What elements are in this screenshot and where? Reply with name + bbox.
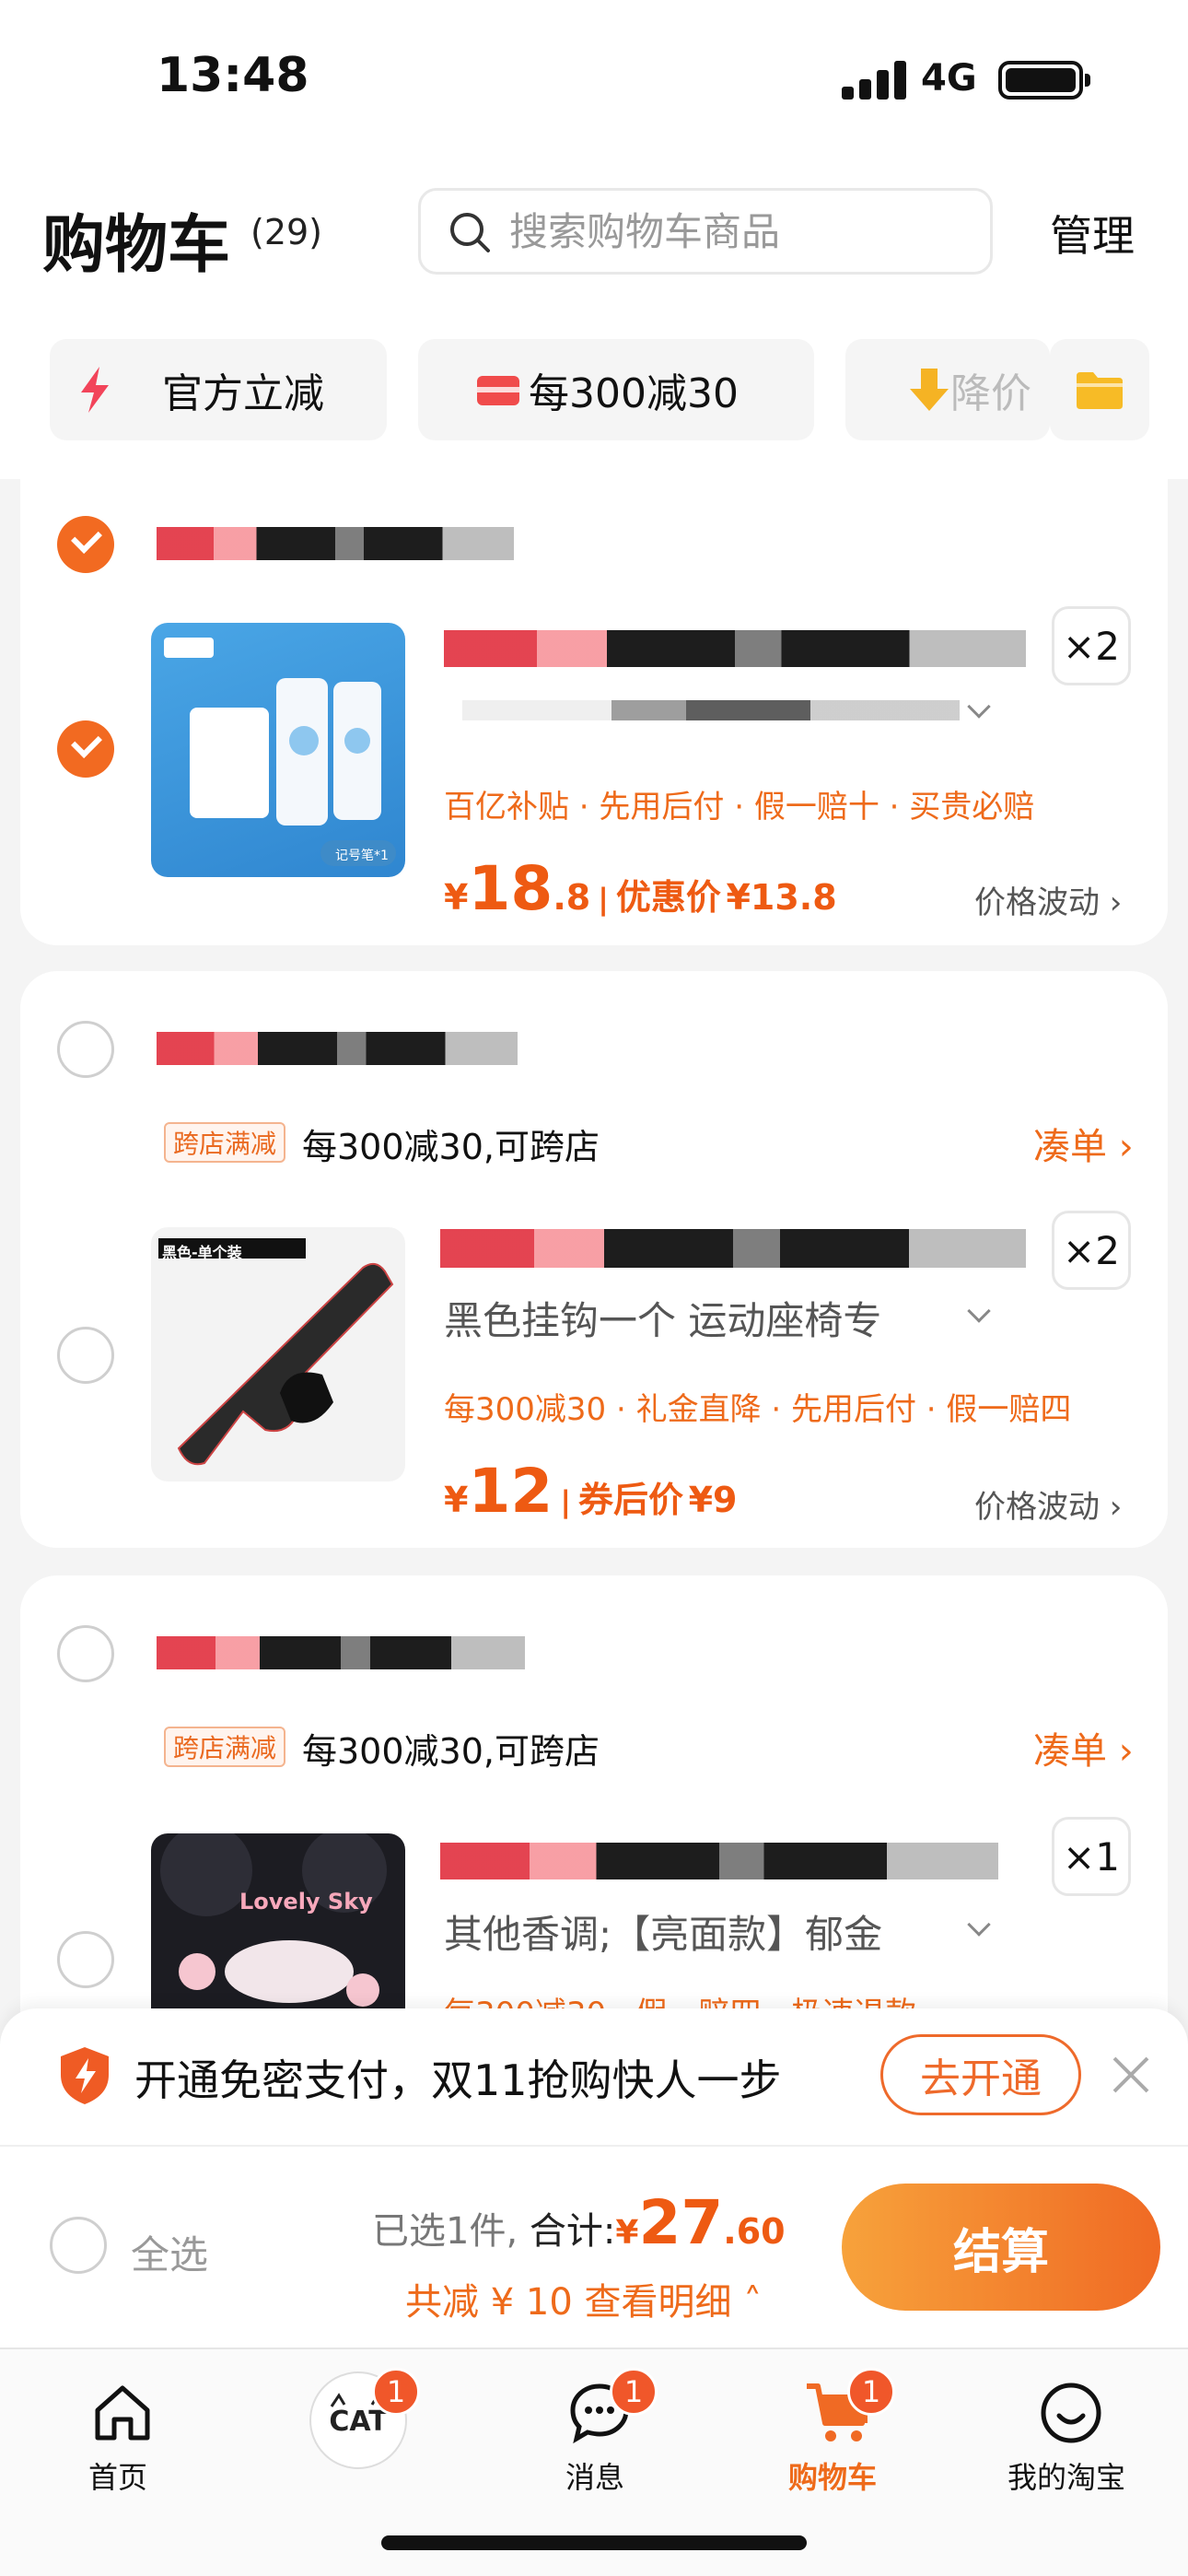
checkout-button[interactable]: 结算	[842, 2184, 1160, 2311]
cart-item-card: 跨店满减 每300减30,可跨店 凑单 › 黑色-单个装 黑色挂钩一个 运动座椅…	[20, 971, 1168, 1548]
shop-name-redacted	[157, 527, 514, 560]
arrow-down-icon	[910, 369, 949, 411]
coupon-icon	[477, 376, 519, 405]
product-image[interactable]: Lovely Sky	[151, 1833, 405, 2018]
tab-tmall[interactable]: CAT 1	[256, 2368, 459, 2506]
chevron-down-icon[interactable]	[967, 1913, 991, 1937]
notification-badge: 1	[610, 2368, 658, 2416]
total-summary: 已选1件, 合计:¥27.60	[372, 2187, 786, 2258]
home-indicator	[381, 2535, 807, 2550]
network-type: 4G	[921, 57, 977, 100]
item-checkbox[interactable]	[57, 1931, 114, 1988]
quantity-selector[interactable]: ×2	[1052, 606, 1131, 685]
search-input[interactable]	[509, 204, 970, 259]
search-icon	[450, 213, 490, 252]
cart-item-card: 记号笔*1 ×2 百亿补贴 · 先用后付 · 假一赔十 · 买贵必赔 ¥18.8…	[20, 461, 1168, 945]
chip-label: 每300减30	[529, 370, 739, 417]
chevron-down-icon[interactable]	[967, 695, 991, 719]
add-on-link[interactable]: 凑单 ›	[1033, 1721, 1134, 1774]
notification-badge: 1	[847, 2368, 895, 2416]
tab-home[interactable]: 首页	[17, 2368, 219, 2506]
product-title-redacted	[440, 1229, 1026, 1268]
product-spec[interactable]: 其他香调;【亮面款】郁金	[444, 1903, 882, 1960]
discount-detail-link[interactable]: 共减 ¥ 10 查看明细 ˄	[405, 2272, 762, 2325]
product-spec-redacted	[462, 700, 960, 720]
add-on-link[interactable]: 凑单 ›	[1033, 1117, 1134, 1170]
price-fluctuation-link[interactable]: 价格波动 ›	[974, 1481, 1122, 1527]
profile-icon	[1041, 2383, 1101, 2443]
chip-official-discount[interactable]: 官方立减	[50, 339, 387, 440]
folder-icon	[1077, 372, 1123, 409]
product-spec[interactable]: 黑色挂钩一个 运动座椅专	[444, 1290, 881, 1346]
product-image[interactable]: 黑色-单个装	[151, 1227, 405, 1481]
cart-item-card: 跨店满减 每300减30,可跨店 凑单 › Lovely Sky 其他香调;【亮…	[20, 1575, 1168, 2018]
quantity-selector[interactable]: ×2	[1052, 1211, 1131, 1290]
status-time: 13:48	[157, 48, 309, 103]
product-image-art	[158, 1238, 394, 1466]
promo-text: 每300减30,可跨店	[302, 1127, 600, 1167]
battery-icon	[998, 61, 1090, 100]
tab-profile[interactable]: 我的淘宝	[965, 2368, 1168, 2506]
product-title-redacted	[444, 630, 1026, 667]
lightning-icon	[81, 367, 109, 413]
notification-badge: 1	[372, 2368, 420, 2416]
product-image-label: 黑色-单个装	[162, 1244, 242, 1261]
product-image-label: 记号笔*1	[335, 849, 389, 863]
chevron-down-icon[interactable]	[967, 1299, 991, 1323]
page-title: 购物车	[42, 209, 231, 282]
shop-name-redacted	[157, 1636, 525, 1669]
cart-count: (29)	[250, 212, 323, 252]
payment-promo-banner: 开通免密支付，双11抢购快人一步 去开通	[0, 2008, 1188, 2145]
filter-chips: 官方立减 每300减30 降价	[0, 339, 1188, 440]
product-tags: 每300减30 · 礼金直降 · 先用后付 · 假一赔四	[444, 1391, 1072, 1428]
product-price: ¥18.8 | 优惠价 ¥13.8	[444, 853, 837, 924]
product-image[interactable]: 记号笔*1	[151, 623, 405, 877]
chip-price-drop[interactable]: 降价	[845, 339, 1050, 440]
home-icon	[95, 2385, 150, 2441]
tab-cart[interactable]: 1 购物车	[731, 2368, 934, 2506]
product-price: ¥12 | 券后价 ¥9	[444, 1456, 738, 1527]
chip-label: 官方立减	[162, 370, 324, 417]
status-bar: 13:48 4G	[0, 0, 1188, 157]
product-image-art	[164, 638, 396, 866]
promo-badge: 跨店满减	[164, 1727, 286, 1767]
svg-text:CAT: CAT	[329, 2406, 388, 2438]
cart-header: 购物车 (29) 管理	[0, 184, 1188, 286]
signal-icon	[842, 61, 906, 100]
shop-checkbox[interactable]	[57, 516, 114, 573]
product-title-redacted	[440, 1843, 998, 1879]
shield-icon	[61, 2047, 109, 2104]
chip-coupon[interactable]: 每300减30	[418, 339, 814, 440]
promo-text: 每300减30,可跨店	[302, 1731, 600, 1772]
item-checkbox[interactable]	[57, 1327, 114, 1384]
shop-checkbox[interactable]	[57, 1021, 114, 1078]
quantity-selector[interactable]: ×1	[1052, 1817, 1131, 1896]
close-icon[interactable]	[1109, 2053, 1153, 2097]
shop-name-redacted	[157, 1032, 518, 1065]
manage-button[interactable]: 管理	[1050, 203, 1135, 263]
search-box[interactable]	[418, 188, 993, 275]
checkout-bar: 全选 已选1件, 合计:¥27.60 共减 ¥ 10 查看明细 ˄ 结算	[0, 2145, 1188, 2349]
product-tags: 百亿补贴 · 先用后付 · 假一赔十 · 买贵必赔	[444, 789, 1035, 825]
shop-checkbox[interactable]	[57, 1625, 114, 1682]
chip-folder[interactable]	[1050, 339, 1149, 440]
product-image-art	[160, 1833, 387, 2007]
price-fluctuation-link[interactable]: 价格波动 ›	[974, 877, 1122, 922]
banner-text: 开通免密支付，双11抢购快人一步	[134, 2055, 782, 2105]
item-checkbox[interactable]	[57, 720, 114, 778]
tab-messages[interactable]: 1 消息	[494, 2368, 696, 2506]
promo-badge: 跨店满减	[164, 1122, 286, 1163]
select-all-checkbox[interactable]	[50, 2217, 107, 2274]
select-all-label[interactable]: 全选	[131, 2224, 208, 2280]
product-image-label: Lovely Sky	[239, 1889, 373, 1914]
enable-button[interactable]: 去开通	[880, 2034, 1081, 2115]
chip-label: 降价	[950, 370, 1031, 417]
